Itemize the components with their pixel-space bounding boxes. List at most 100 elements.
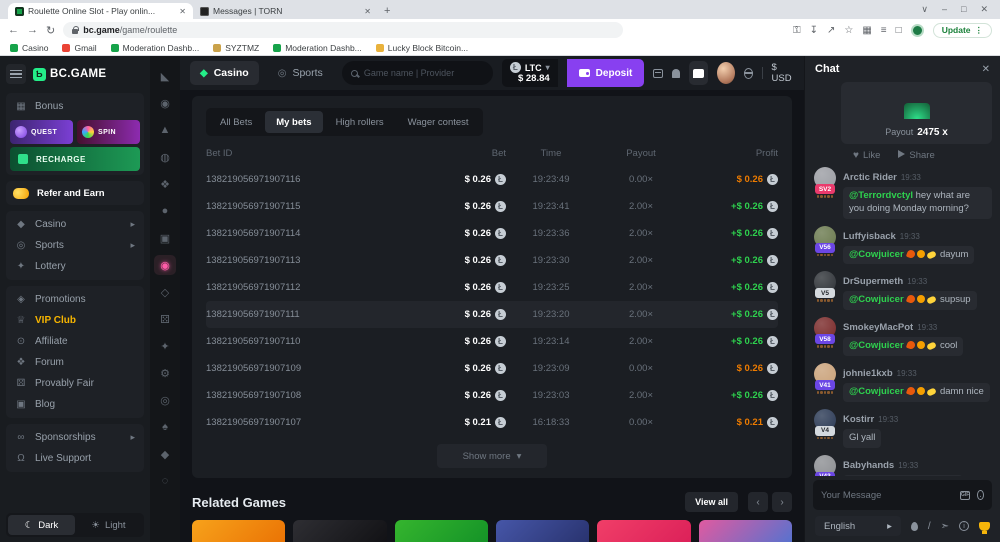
bet-table-row[interactable]: 138219056971907114 $ 0.26 Ł 19:23:36 2.0… — [206, 220, 778, 247]
chat-username[interactable]: johnie1kxb19:33 — [843, 368, 917, 379]
flask-icon[interactable]: ◇ — [154, 282, 176, 302]
ball-icon[interactable]: ◎ — [154, 390, 176, 410]
bet-table-row[interactable]: 138219056971907113 $ 0.26 Ł 19:23:30 2.0… — [206, 247, 778, 274]
user-avatar[interactable] — [717, 62, 735, 84]
nav-tab-sports[interactable]: ◎Sports — [268, 61, 333, 85]
minimize-icon[interactable]: – — [942, 4, 947, 15]
browser-tab[interactable]: Roulette Online Slot - Play onlin... ✕ — [8, 3, 193, 19]
download-icon[interactable]: ↧ — [810, 25, 818, 36]
side-panel-icon[interactable]: □ — [896, 25, 902, 36]
game-tile-space[interactable] — [496, 520, 589, 542]
like-button[interactable]: ♥Like — [853, 150, 880, 161]
mention-link[interactable]: @Cowjuicer — [849, 249, 904, 260]
sidebar-item-lottery[interactable]: ✦ Lottery — [10, 256, 140, 277]
roulette-icon-active[interactable]: ◉ — [154, 255, 176, 275]
bet-table-row[interactable]: 138219056971907107 $ 0.21 Ł 16:18:33 0.0… — [206, 409, 778, 436]
gear-icon[interactable]: ⚙ — [154, 363, 176, 383]
update-button[interactable]: Update⋮ — [933, 23, 992, 38]
sidebar-item-bonus[interactable]: ▦ Bonus — [10, 96, 140, 117]
coins-icon[interactable]: ❖ — [154, 174, 176, 194]
game-tile-fruit[interactable] — [699, 520, 792, 542]
token-icon[interactable]: ◍ — [154, 147, 176, 167]
chat-rules-info-icon[interactable]: i — [959, 521, 969, 531]
url-field[interactable]: bc.game/game/roulette — [63, 22, 623, 38]
bcgame-logo[interactable]: ƄBC.GAME — [33, 68, 106, 81]
mention-link[interactable]: @Cowjuicer — [849, 386, 904, 397]
close-window-icon[interactable]: ✕ — [980, 4, 988, 15]
bet-table-row[interactable]: 138219056971907111 $ 0.26 Ł 19:23:20 2.0… — [206, 301, 778, 328]
share-icon[interactable]: ↗ — [827, 25, 835, 36]
recharge-button[interactable]: RECHARGE — [10, 147, 140, 171]
chat-username[interactable]: SmokeyMacPot19:33 — [843, 322, 937, 333]
spade-icon[interactable]: ♠ — [154, 417, 176, 437]
maximize-icon[interactable]: □ — [961, 4, 966, 15]
password-key-icon[interactable]: ⚿ — [793, 25, 801, 36]
rocket-icon[interactable]: ▲ — [154, 120, 176, 140]
bet-table-row[interactable]: 138219056971907115 $ 0.26 Ł 19:23:41 2.0… — [206, 193, 778, 220]
new-tab-button[interactable]: + — [384, 5, 390, 17]
bookmark-item[interactable]: Gmail — [62, 43, 96, 53]
mention-link[interactable]: @Cowjuicer — [849, 294, 904, 305]
carousel-next-button[interactable]: › — [772, 492, 792, 512]
globe-icon[interactable] — [744, 68, 753, 79]
sidebar-item-casino[interactable]: ◆ Casino ▸ — [10, 214, 140, 235]
sidebar-item-promotions[interactable]: ◈ Promotions — [10, 289, 140, 310]
gif-icon[interactable]: GIF — [960, 491, 970, 500]
bet-table-row[interactable]: 138219056971907110 $ 0.26 Ł 19:23:14 2.0… — [206, 328, 778, 355]
sidebar-item-live-support[interactable]: Ω Live Support — [10, 448, 140, 469]
dark-mode-button[interactable]: ☾Dark — [8, 515, 75, 535]
bet-table-row[interactable]: 138219056971907116 $ 0.26 Ł 19:23:49 0.0… — [206, 166, 778, 193]
bet-table-row[interactable]: 138219056971907109 $ 0.26 Ł 19:23:09 0.0… — [206, 355, 778, 382]
browser-tab[interactable]: Messages | TORN ✕ — [193, 3, 378, 19]
rain-icon[interactable] — [911, 522, 918, 531]
game-tile-black-cat[interactable] — [293, 520, 386, 542]
chat-language-select[interactable]: English▸ — [815, 516, 901, 536]
sidebar-item-vip-club[interactable]: ♕ VIP Club — [10, 310, 140, 331]
chat-username[interactable]: DrSupermeth19:33 — [843, 276, 927, 287]
hamburger-menu-icon[interactable] — [6, 64, 26, 84]
dice-icon[interactable]: ⚄ — [154, 309, 176, 329]
share-button[interactable]: Share — [898, 150, 934, 161]
crystal-icon[interactable]: ✦ — [154, 336, 176, 356]
wallet-selector[interactable]: ŁLTC▾ $ 28.84 — [502, 59, 558, 87]
bet-tab-my-bets[interactable]: My bets — [265, 111, 322, 133]
sidebar-item-blog[interactable]: ▣ Blog — [10, 394, 140, 415]
search-input[interactable] — [364, 68, 484, 78]
frame-icon[interactable]: ▣ — [154, 228, 176, 248]
orbit-icon[interactable]: ◌ — [154, 471, 176, 491]
chat-username[interactable]: Kostirr19:33 — [843, 414, 898, 425]
game-tile-pink[interactable] — [597, 520, 690, 542]
carousel-prev-button[interactable]: ‹ — [748, 492, 768, 512]
deposit-button[interactable]: Deposit — [567, 59, 645, 87]
shared-win-card[interactable]: Payout2475 x — [841, 82, 992, 144]
sidebar-item-affiliate[interactable]: ⊙ Affiliate — [10, 331, 140, 352]
bookmark-item[interactable]: Lucky Block Bitcoin... — [376, 43, 468, 53]
bet-table-row[interactable]: 138219056971907112 $ 0.26 Ł 19:23:25 2.0… — [206, 274, 778, 301]
chat-username[interactable]: Arctic Rider19:33 — [843, 172, 921, 183]
fiat-currency-label[interactable]: $ USD — [772, 62, 794, 84]
bookmark-item[interactable]: Casino — [10, 43, 48, 53]
sidebar-item-sports[interactable]: ◎ Sports ▸ — [10, 235, 140, 256]
gem-icon[interactable]: ◆ — [154, 444, 176, 464]
light-mode-button[interactable]: ☀Light — [75, 515, 142, 535]
chat-username[interactable]: Babyhands19:33 — [843, 460, 918, 471]
reading-list-icon[interactable]: ≡ — [881, 25, 887, 36]
chip-icon[interactable]: ◉ — [154, 93, 176, 113]
game-tile-green[interactable] — [395, 520, 488, 542]
refer-and-earn-button[interactable]: Refer and Earn — [6, 181, 144, 205]
back-icon[interactable]: ← — [8, 24, 19, 36]
mention-link[interactable]: @Cowjuicer — [849, 340, 904, 351]
trophy-icon[interactable] — [979, 522, 990, 531]
sidebar-item-forum[interactable]: ❖ Forum — [10, 352, 140, 373]
nav-tab-casino[interactable]: ◆Casino — [190, 61, 259, 85]
sidebar-item-provably-fair[interactable]: ⚄ Provably Fair — [10, 373, 140, 394]
show-more-button[interactable]: Show more▾ — [437, 444, 547, 468]
bookmark-item[interactable]: Moderation Dashb... — [111, 43, 200, 53]
bet-table-row[interactable]: 138219056971907108 $ 0.26 Ł 19:23:03 2.0… — [206, 382, 778, 409]
commands-slash-icon[interactable]: / — [928, 521, 931, 532]
chat-toggle-button[interactable] — [689, 61, 708, 85]
bet-tab-all-bets[interactable]: All Bets — [209, 111, 263, 133]
bookmark-item[interactable]: SYZTMZ — [213, 43, 259, 53]
tab-close-icon[interactable]: ✕ — [179, 7, 186, 16]
emoji-icon[interactable] — [977, 490, 984, 500]
